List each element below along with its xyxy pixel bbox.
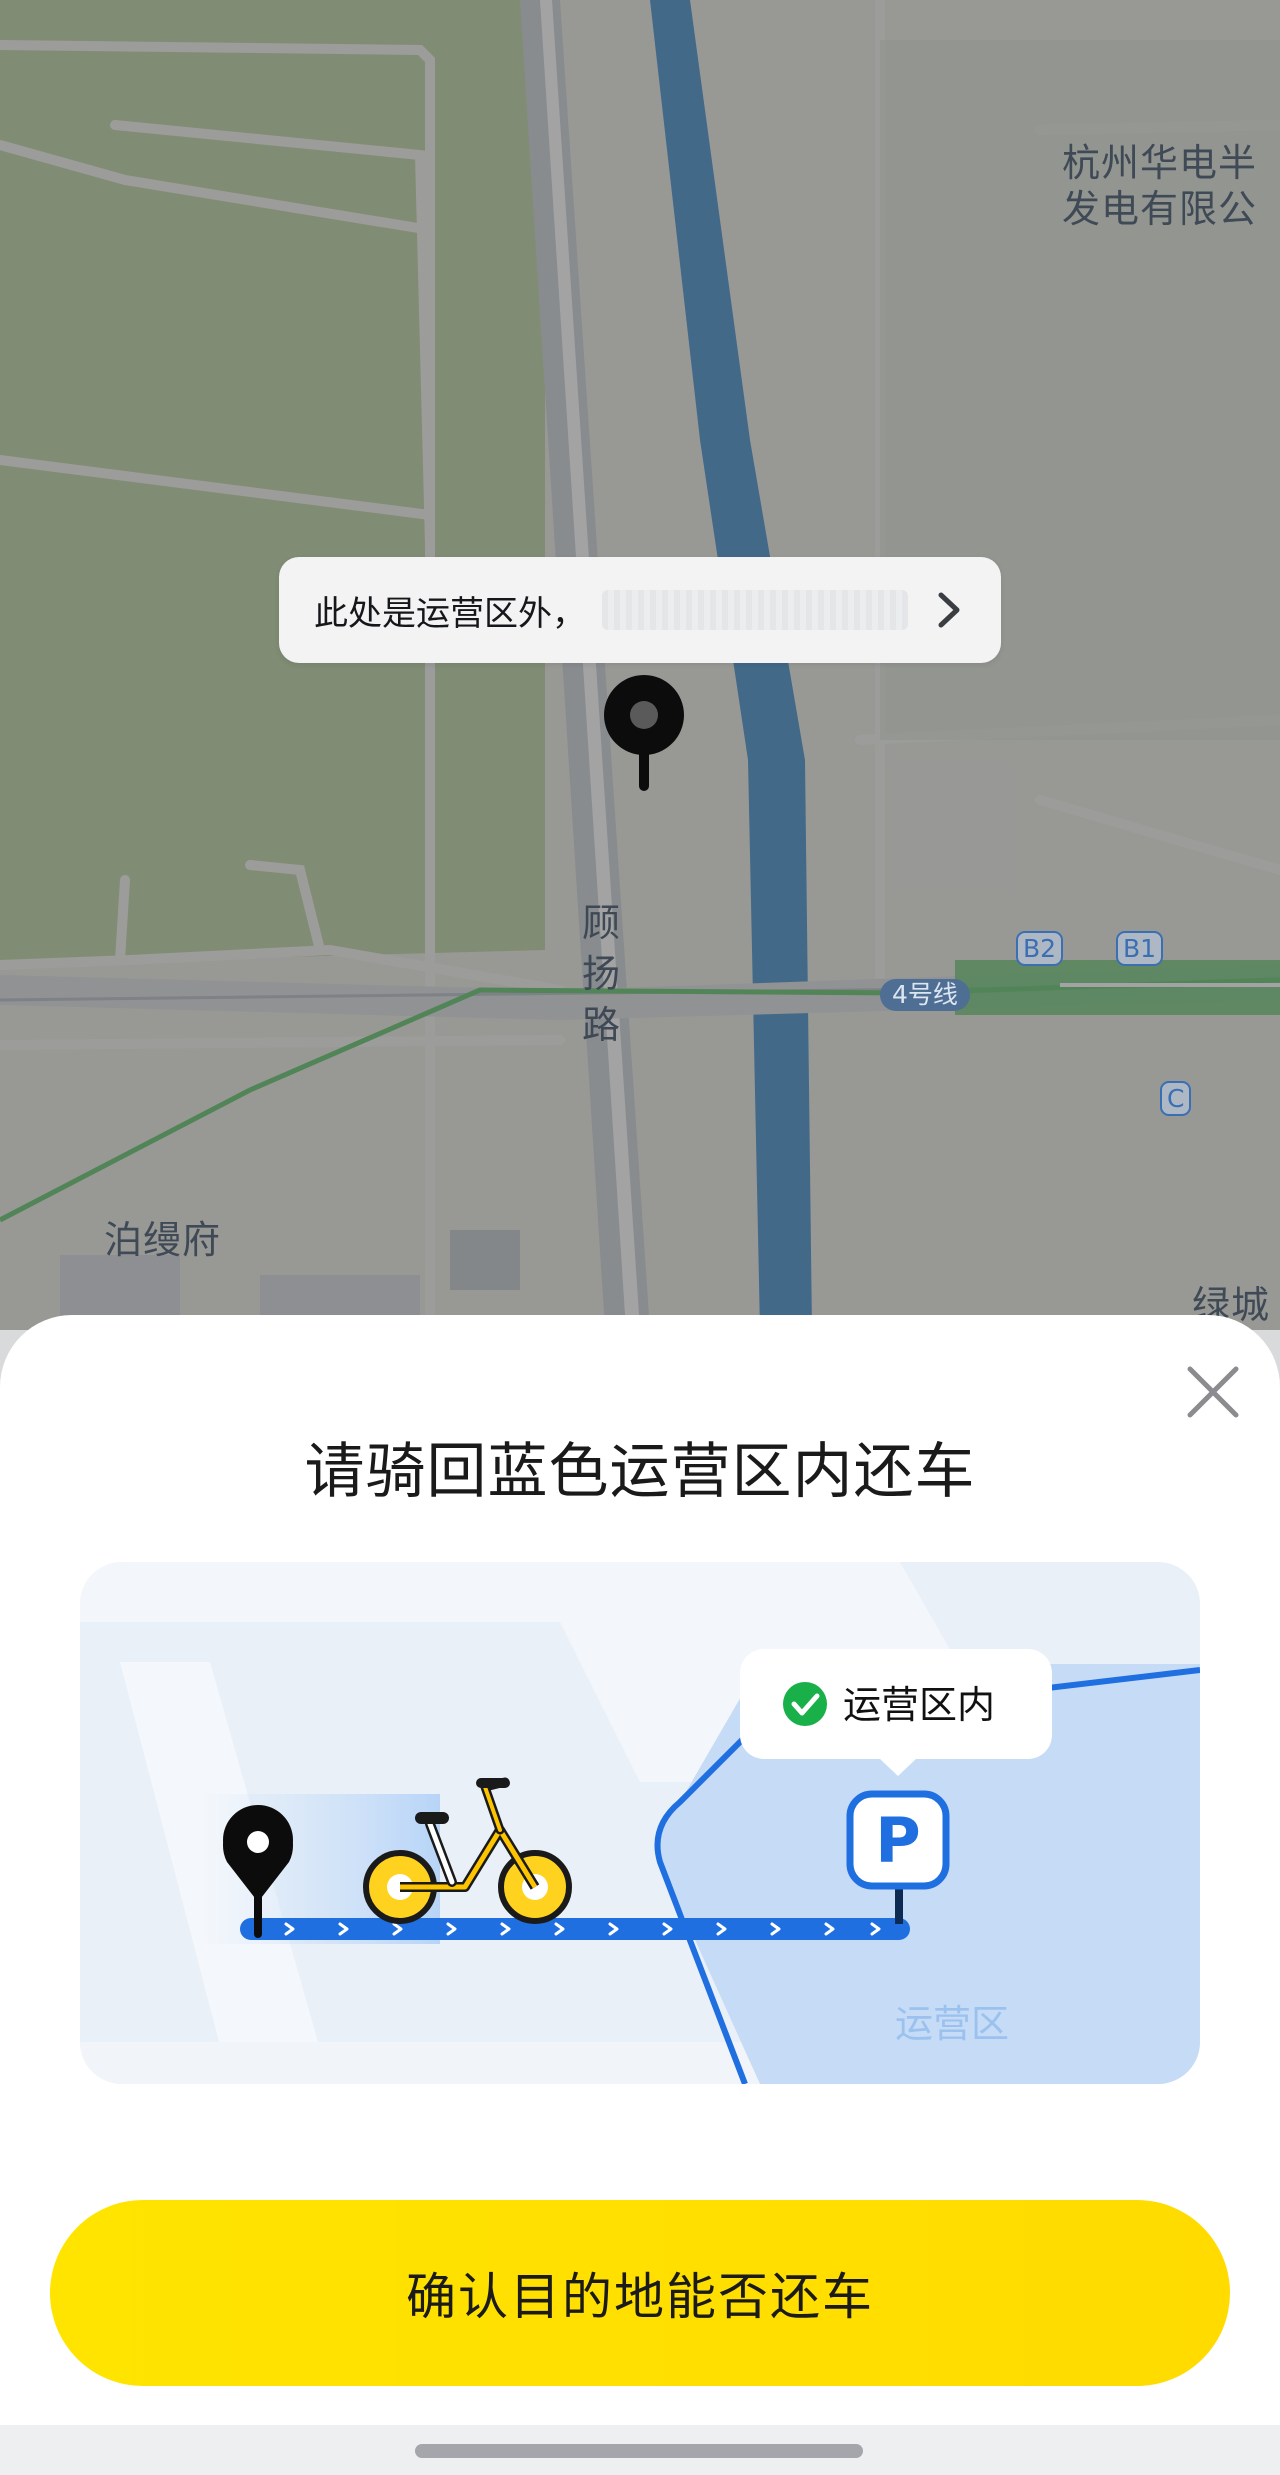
map-poi-label-top-right: 杭州华电半 发电有限公 [1062,141,1258,231]
home-indicator-bar [0,2425,1280,2475]
return-zone-illustration: 运营区 P 运营区内 [80,1562,1200,2084]
metro-exit-b1: B1 [1116,931,1164,966]
in-zone-badge: 运营区内 [740,1649,1052,1776]
location-pin-icon [604,675,684,791]
close-icon[interactable] [1176,1355,1250,1429]
metro-line-label: 4号线 [880,979,970,1011]
chevron-right-icon [938,592,960,628]
return-bike-sheet: 请骑回蓝色运营区内还车 运营区 P 运营区内 确认目的地能否还车 [0,1315,1280,2425]
in-zone-badge-text: 运营区内 [843,1683,995,1727]
location-notice-bubble[interactable]: 此处是运营区外， [279,557,1001,663]
metro-exit-c: C [1160,1081,1192,1116]
parking-symbol: P [875,1804,920,1877]
location-notice-blurred-text [602,590,908,630]
home-indicator[interactable] [415,2444,863,2458]
map-road-label: 顾扬路 [581,901,620,1047]
confirm-destination-button[interactable]: 确认目的地能否还车 [50,2200,1230,2386]
location-notice-text: 此处是运营区外， [314,593,586,634]
zone-label: 运营区 [895,2002,1009,2046]
map-poi-label-bottom-left: 泊缦府 [104,1218,222,1262]
sheet-title: 请骑回蓝色运营区内还车 [304,1437,976,1507]
metro-exit-b2: B2 [1016,931,1064,966]
